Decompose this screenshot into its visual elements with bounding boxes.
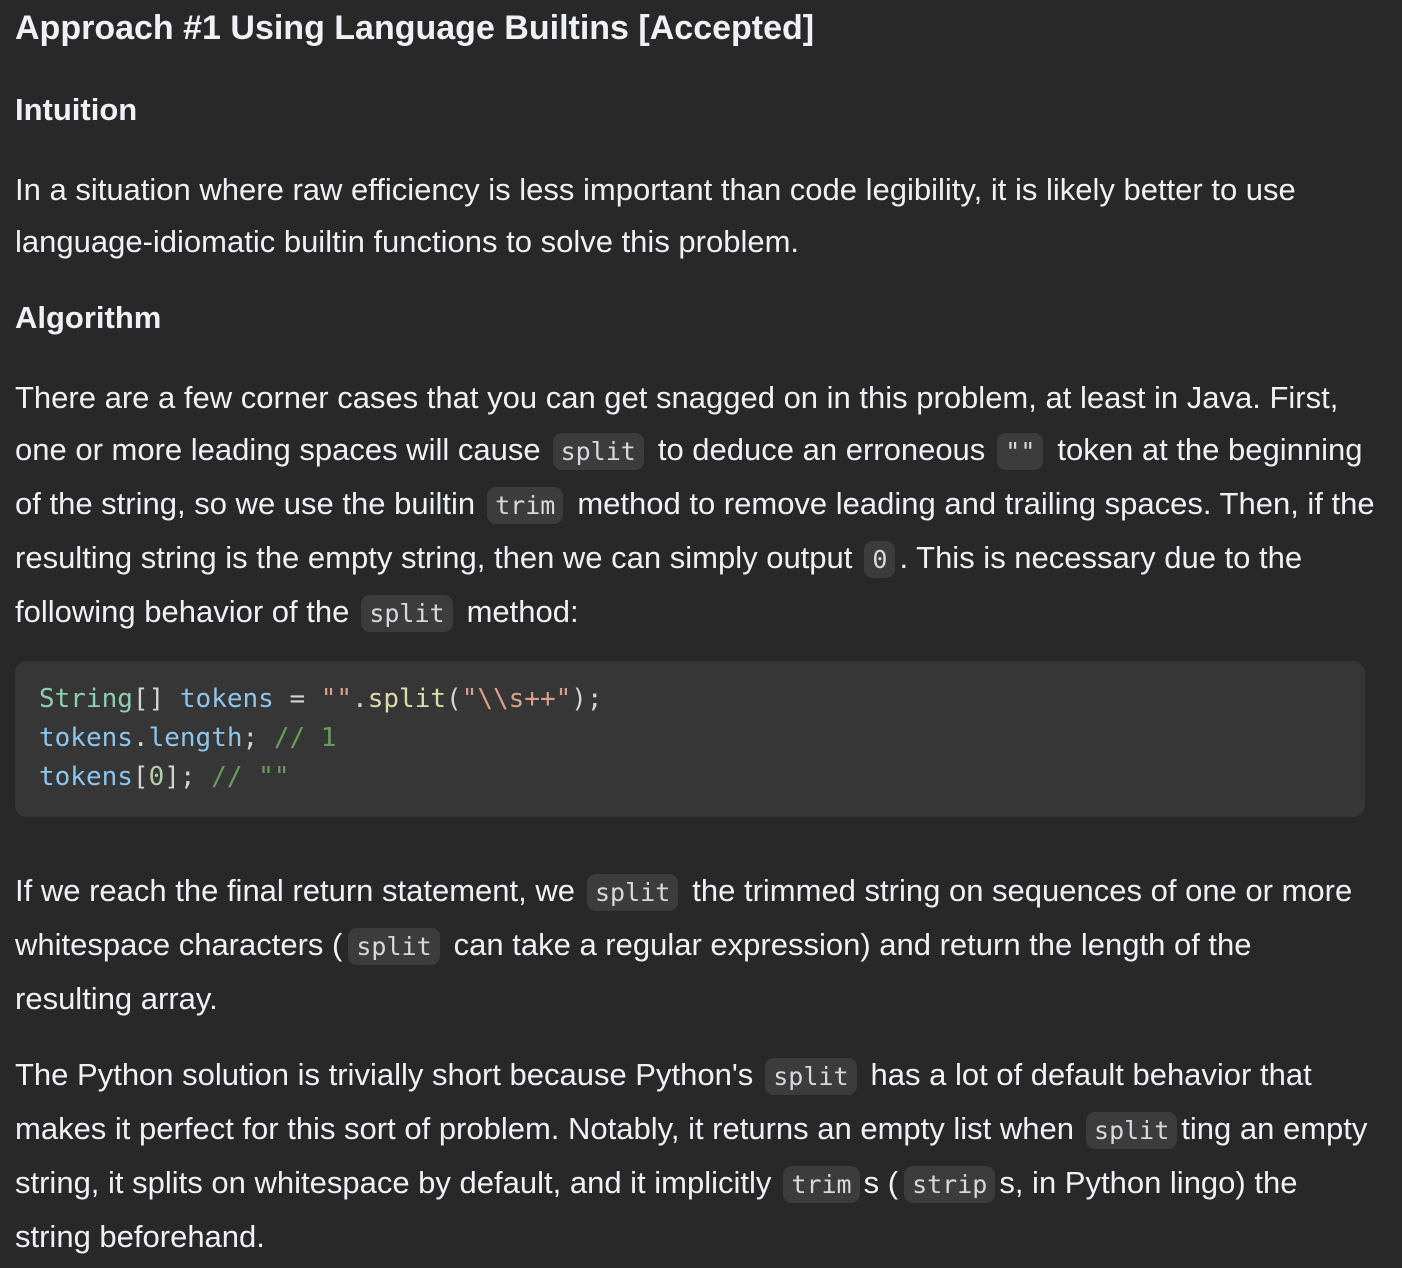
text-segment: method: <box>466 594 579 629</box>
text-segment: The Python solution is trivially short b… <box>15 1057 754 1092</box>
text-segment: If we reach the final return statement, … <box>15 873 575 908</box>
inline-code: split <box>348 928 440 965</box>
code-token: String <box>39 684 133 714</box>
inline-code: split <box>361 595 453 632</box>
code-token: 0 <box>148 762 165 792</box>
inline-code: "" <box>997 433 1044 470</box>
code-token: tokens <box>39 723 133 753</box>
text-segment: s ( <box>863 1165 899 1200</box>
code-block: String[] tokens = "".split("\\s++"); tok… <box>15 661 1365 817</box>
code-token: length <box>148 723 243 753</box>
code-token: tokens <box>39 762 133 792</box>
code-token: ); <box>571 684 603 714</box>
text-segment: to deduce an erroneous <box>657 432 986 467</box>
inline-code: split <box>552 433 644 470</box>
code-token: [ <box>132 762 149 792</box>
code-token: "" <box>320 684 353 714</box>
code-token: . <box>352 684 368 714</box>
code-token: "\\s++" <box>461 684 572 714</box>
intuition-text: In a situation where raw efficiency is l… <box>15 172 1296 259</box>
algorithm-paragraph-2: If we reach the final return statement, … <box>15 865 1375 1025</box>
code-token: tokens <box>179 684 274 714</box>
code-token: ]; <box>164 762 212 792</box>
code-token: ( <box>446 684 462 714</box>
inline-code: trim <box>487 487 564 524</box>
intuition-heading: Intuition <box>15 92 138 127</box>
code-token: . <box>132 723 149 753</box>
intuition-paragraph: In a situation where raw efficiency is l… <box>15 164 1375 268</box>
approach-title: Approach #1 Using Language Builtins [Acc… <box>15 9 815 47</box>
code-line-3: tokens[0]; // "" <box>39 758 1341 797</box>
code-line-2: tokens.length; // 1 <box>39 719 1341 758</box>
code-token: [] <box>132 684 165 714</box>
inline-code: strip <box>904 1166 996 1203</box>
code-token: ; <box>242 723 274 753</box>
algorithm-paragraph-3: The Python solution is trivially short b… <box>15 1049 1375 1263</box>
code-comment: // "" <box>211 762 290 792</box>
article: Approach #1 Using Language Builtins [Acc… <box>0 0 1402 1268</box>
inline-code: 0 <box>864 541 896 578</box>
inline-code: trim <box>783 1166 860 1203</box>
code-comment: // 1 <box>273 723 337 753</box>
code-line-1: String[] tokens = "".split("\\s++"); <box>39 680 1341 719</box>
code-token: = <box>273 684 321 714</box>
inline-code: split <box>1086 1112 1178 1149</box>
algorithm-heading: Algorithm <box>15 300 162 335</box>
inline-code: split <box>765 1058 857 1095</box>
algorithm-paragraph-1: There are a few corner cases that you ca… <box>15 372 1375 640</box>
code-token: split <box>367 684 447 714</box>
inline-code: split <box>587 874 679 911</box>
